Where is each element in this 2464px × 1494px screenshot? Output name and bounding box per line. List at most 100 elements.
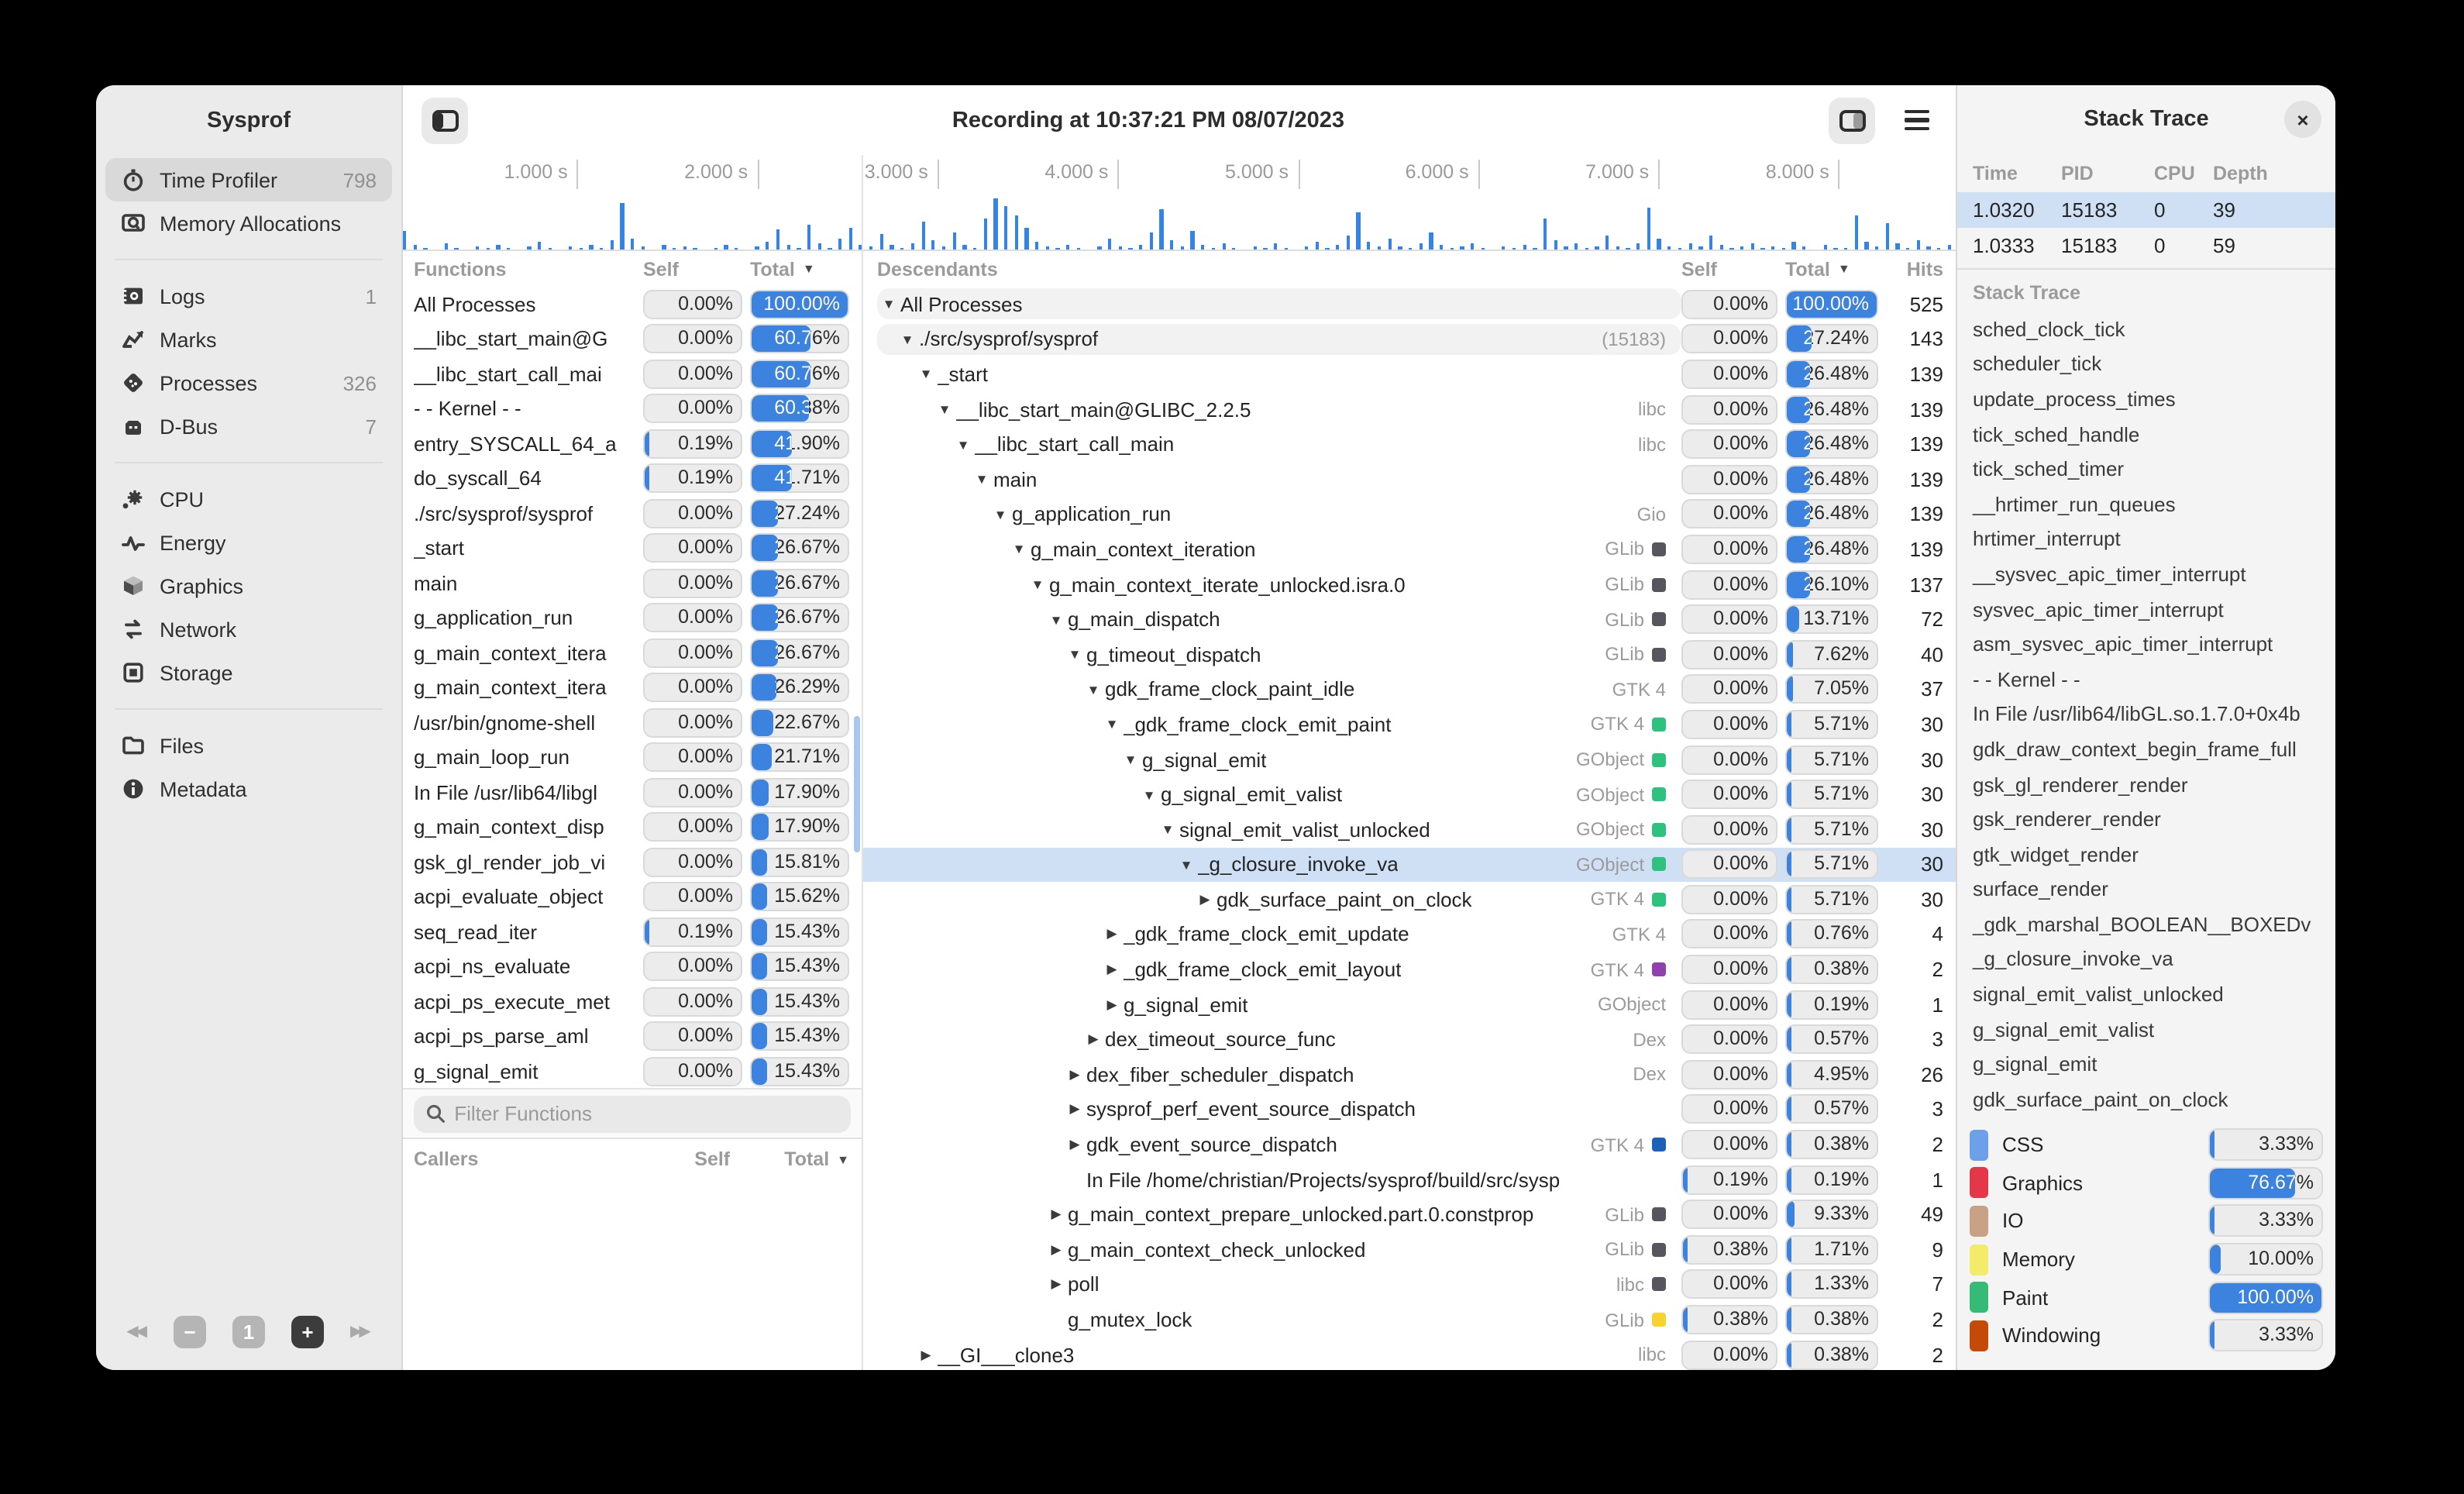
depth-column-header[interactable]: Depth <box>2213 162 2335 184</box>
stack-frame[interactable]: gdk_surface_paint_on_clock <box>1957 1082 2335 1117</box>
descendant-row[interactable]: ▼_gdk_frame_clock_emit_paintGTK 40.00%5.… <box>862 707 1956 742</box>
descendant-row[interactable]: ▼__libc_start_main@GLIBC_2.2.5libc0.00%2… <box>862 392 1956 427</box>
expander-open-icon[interactable]: ▼ <box>1100 717 1124 732</box>
stack-frame[interactable]: update_process_times <box>1957 381 2335 416</box>
callers-total-column-header[interactable]: Total▼ <box>784 1148 849 1170</box>
descendant-row[interactable]: ▶g_main_context_prepare_unlocked.part.0.… <box>862 1197 1956 1232</box>
stack-frame[interactable]: g_signal_emit_valist <box>1957 1012 2335 1047</box>
sidebar-item-network[interactable]: Network <box>105 608 392 651</box>
stack-frame[interactable]: g_signal_emit <box>1957 1047 2335 1082</box>
descendant-row[interactable]: ▶gdk_event_source_dispatchGTK 40.00%0.38… <box>862 1127 1956 1162</box>
function-row[interactable]: acpi_ps_execute_met0.00%15.43%15.43% <box>403 984 862 1019</box>
descendants-self-column-header[interactable]: Self <box>1681 258 1777 280</box>
filter-functions-box[interactable] <box>414 1095 851 1132</box>
function-row[interactable]: g_main_context_itera0.00%26.29%26.29% <box>403 670 862 705</box>
sidebar-item-storage[interactable]: Storage <box>105 651 392 694</box>
stack-frame[interactable]: - - Kernel - - <box>1957 662 2335 697</box>
stack-frame[interactable]: __hrtimer_run_queues <box>1957 487 2335 522</box>
descendant-row[interactable]: ▶_gdk_frame_clock_emit_layoutGTK 40.00%0… <box>862 952 1956 987</box>
descendant-row[interactable]: ▼g_main_context_iterate_unlocked.isra.0G… <box>862 567 1956 602</box>
stack-frame[interactable]: gtk_widget_render <box>1957 837 2335 872</box>
expander-closed-icon[interactable]: ▶ <box>1044 1206 1068 1223</box>
seek-backward-button[interactable]: ◀◀ <box>126 1324 147 1341</box>
functions-total-column-header[interactable]: Total▼ <box>750 258 849 280</box>
sidebar-item-processes[interactable]: Processes326 <box>105 361 392 404</box>
zoom-reset-button[interactable]: 1 <box>232 1316 265 1348</box>
descendant-row[interactable]: ▶g_main_context_check_unlockedGLib0.38%0… <box>862 1232 1956 1267</box>
function-row[interactable]: - - Kernel - -0.00%60.38%60.38% <box>403 391 862 426</box>
expander-open-icon[interactable]: ▼ <box>1175 857 1198 873</box>
stack-frame[interactable]: hrtimer_interrupt <box>1957 522 2335 556</box>
stack-frame[interactable]: sched_clock_tick <box>1957 312 2335 346</box>
expander-open-icon[interactable]: ▼ <box>989 507 1012 522</box>
expander-closed-icon[interactable]: ▶ <box>914 1346 938 1363</box>
descendant-row[interactable]: ▶sysprof_perf_event_source_dispatch0.00%… <box>862 1092 1956 1127</box>
descendant-row[interactable]: ▼_g_closure_invoke_vaGObject0.00%5.71%5.… <box>862 847 1956 882</box>
function-row[interactable]: /usr/bin/gnome-shell0.00%22.67%22.67% <box>403 705 862 740</box>
seek-forward-button[interactable]: ▶▶ <box>350 1324 371 1341</box>
toggle-left-sidebar-button[interactable] <box>422 97 468 143</box>
descendant-row[interactable]: ▼gdk_frame_clock_paint_idleGTK 40.00%7.0… <box>862 672 1956 707</box>
stack-frame[interactable]: tick_sched_handle <box>1957 417 2335 452</box>
stack-frame[interactable]: _g_closure_invoke_va <box>1957 941 2335 976</box>
expander-closed-icon[interactable]: ▶ <box>1193 891 1217 908</box>
function-row[interactable]: g_application_run0.00%26.67%26.67% <box>403 601 862 635</box>
expander-closed-icon[interactable]: ▶ <box>1100 926 1124 943</box>
descendant-row[interactable]: ▼g_timeout_dispatchGLib0.00%7.62%7.62%40 <box>862 637 1956 672</box>
descendant-row[interactable]: ▼signal_emit_valist_unlockedGObject0.00%… <box>862 812 1956 847</box>
toggle-right-sidebar-button[interactable] <box>1829 97 1875 143</box>
expander-open-icon[interactable]: ▼ <box>877 297 900 312</box>
expander-open-icon[interactable]: ▼ <box>1082 682 1105 697</box>
functions-scrollbar[interactable] <box>854 716 860 852</box>
callers-self-column-header[interactable]: Self <box>694 1148 784 1170</box>
sidebar-item-logs[interactable]: Logs1 <box>105 274 392 318</box>
function-row[interactable]: g_main_context_itera0.00%26.67%26.67% <box>403 635 862 670</box>
stack-frame[interactable]: _gdk_marshal_BOOLEAN__BOXEDv <box>1957 907 2335 941</box>
functions-column-header[interactable]: Functions <box>414 258 643 280</box>
expander-closed-icon[interactable]: ▶ <box>1063 1066 1086 1083</box>
expander-open-icon[interactable]: ▼ <box>1119 752 1142 767</box>
expander-open-icon[interactable]: ▼ <box>1156 821 1179 837</box>
expander-open-icon[interactable]: ▼ <box>896 332 919 347</box>
descendant-row[interactable]: ▼g_application_runGio0.00%26.48%26.48%13… <box>862 497 1956 532</box>
sidebar-item-graphics[interactable]: Graphics <box>105 564 392 608</box>
sidebar-item-marks[interactable]: Marks <box>105 318 392 361</box>
descendant-row[interactable]: ▶dex_timeout_source_funcDex0.00%0.57%0.5… <box>862 1022 1956 1057</box>
descendants-total-column-header[interactable]: Total▼ <box>1785 258 1878 280</box>
function-row[interactable]: ./src/sysprof/sysprof0.00%27.24%27.24% <box>403 496 862 531</box>
stack-frame[interactable]: gdk_draw_context_begin_frame_full <box>1957 732 2335 766</box>
sample-row[interactable]: 1.033315183059 <box>1957 228 2335 263</box>
descendant-row[interactable]: In File /home/christian/Projects/sysprof… <box>862 1162 1956 1197</box>
sidebar-item-memory-allocations[interactable]: Memory Allocations <box>105 201 392 245</box>
descendants-hits-column-header[interactable]: Hits <box>1878 258 1943 280</box>
descendants-column-header[interactable]: Descendants <box>877 258 1681 280</box>
close-button[interactable]: × <box>2284 101 2321 138</box>
descendant-row[interactable]: ▼All Processes0.00%100.00%100.00%525 <box>862 287 1956 322</box>
function-row[interactable]: __libc_start_main@G0.00%60.76%60.76% <box>403 322 862 356</box>
stack-frame[interactable]: gsk_renderer_render <box>1957 802 2335 837</box>
expander-closed-icon[interactable]: ▶ <box>1063 1136 1086 1153</box>
function-row[interactable]: do_syscall_640.19%0.19%41.71%41.71% <box>403 461 862 496</box>
expander-closed-icon[interactable]: ▶ <box>1100 961 1124 978</box>
descendant-row[interactable]: ▼g_signal_emitGObject0.00%5.71%5.71%30 <box>862 742 1956 776</box>
descendant-row[interactable]: ▼g_main_dispatchGLib0.00%13.71%13.71%72 <box>862 602 1956 637</box>
descendant-row[interactable]: ▼_start0.00%26.48%26.48%139 <box>862 356 1956 391</box>
sidebar-item-time-profiler[interactable]: Time Profiler798 <box>105 158 392 201</box>
expander-closed-icon[interactable]: ▶ <box>1063 1101 1086 1118</box>
function-row[interactable]: g_main_context_disp0.00%17.90%17.90% <box>403 810 862 845</box>
sidebar-item-metadata[interactable]: Metadata <box>105 767 392 811</box>
function-row[interactable]: acpi_evaluate_object0.00%15.62%15.62% <box>403 880 862 914</box>
sidebar-item-files[interactable]: Files <box>105 724 392 767</box>
function-row[interactable]: main0.00%26.67%26.67% <box>403 566 862 601</box>
cpu-activity-chart[interactable] <box>403 194 1956 251</box>
function-row[interactable]: entry_SYSCALL_64_a0.19%0.19%41.90%41.90% <box>403 426 862 461</box>
pid-column-header[interactable]: PID <box>2061 162 2154 184</box>
descendant-row[interactable]: ▼g_main_context_iterationGLib0.00%26.48%… <box>862 532 1956 566</box>
function-row[interactable]: In File /usr/lib64/libgl0.00%17.90%17.90… <box>403 775 862 810</box>
expander-open-icon[interactable]: ▼ <box>952 436 975 452</box>
filter-functions-input[interactable] <box>454 1102 838 1125</box>
stack-frame[interactable]: signal_emit_valist_unlocked <box>1957 977 2335 1012</box>
function-row[interactable]: gsk_gl_render_job_vi0.00%15.81%15.81% <box>403 845 862 880</box>
zoom-out-button[interactable]: − <box>174 1316 206 1348</box>
function-row[interactable]: __libc_start_call_mai0.00%60.76%60.76% <box>403 356 862 391</box>
